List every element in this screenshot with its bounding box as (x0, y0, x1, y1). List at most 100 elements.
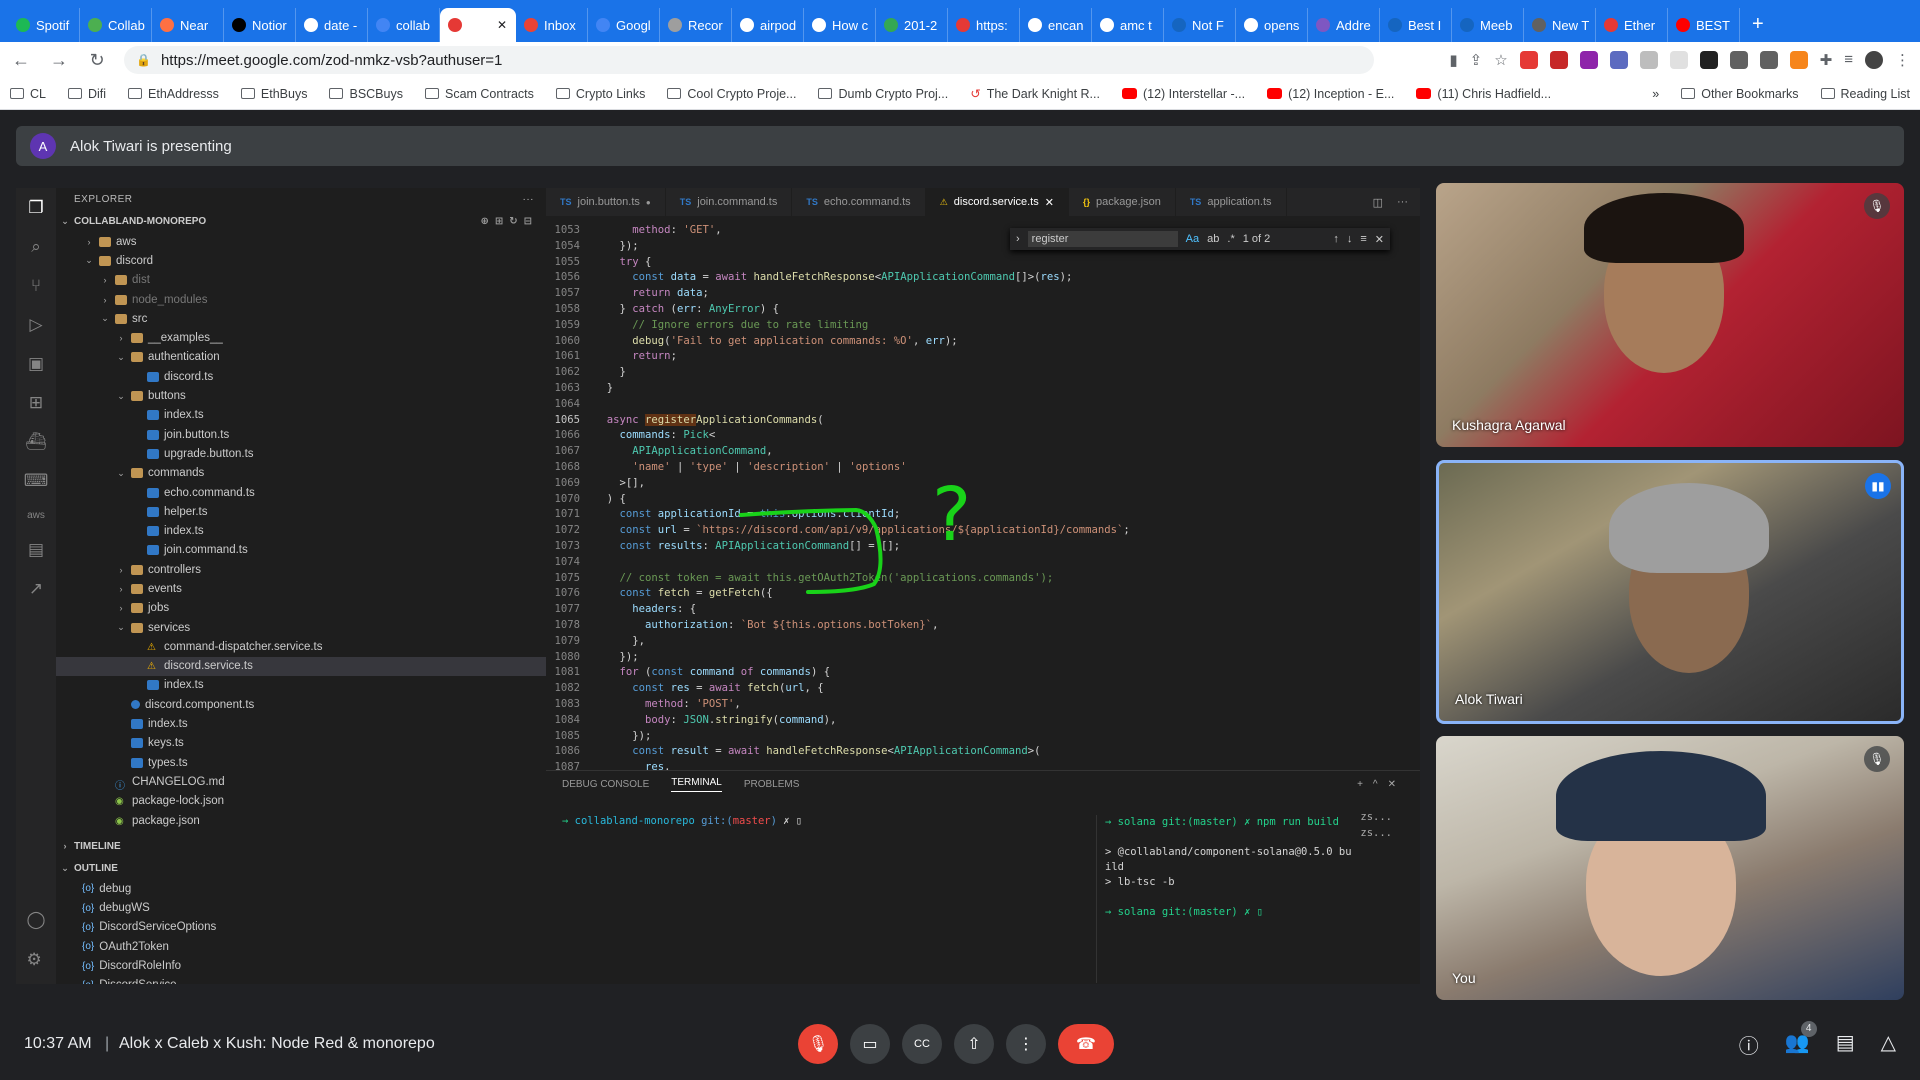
browser-tab[interactable]: Collab (80, 8, 152, 42)
browser-tab[interactable]: collab (368, 8, 440, 42)
bookmark-item[interactable]: CL (10, 87, 46, 101)
docker-icon[interactable]: ⛴ (25, 432, 47, 452)
code-lines[interactable]: 1053 method: 'GET', 1054 }); 1055 try {105… (546, 224, 1420, 777)
bookmark-item[interactable]: BSCBuys (329, 87, 403, 101)
editor-tab[interactable]: TS application.ts (1176, 188, 1287, 216)
explorer-item[interactable]: upgrade.button.ts (56, 444, 546, 463)
bookmark-item[interactable]: (12) Interstellar -... (1121, 87, 1245, 101)
terminal-left[interactable]: → collabland-monorepo git:(master) ✗ ▯ (562, 815, 802, 827)
new-terminal-icon[interactable]: + (1357, 779, 1373, 790)
explorer-item[interactable]: index.ts (56, 676, 546, 695)
extension-icon[interactable] (1669, 51, 1688, 69)
browser-tab[interactable]: Googl (588, 8, 660, 42)
maximize-panel-icon[interactable]: ^ (1373, 779, 1388, 790)
bookmark-item[interactable]: Cool Crypto Proje... (667, 87, 796, 101)
participant-tile-you[interactable]: 🎙 You (1436, 736, 1904, 1000)
whole-word-icon[interactable]: ab (1207, 233, 1219, 245)
explorer-item[interactable]: › jobs (56, 599, 546, 618)
aws-icon[interactable]: aws (27, 510, 45, 521)
close-tab-icon[interactable]: ✕ (497, 18, 507, 32)
explorer-item[interactable]: types.ts (56, 753, 546, 772)
match-case-icon[interactable]: Aa (1186, 233, 1199, 245)
close-icon[interactable]: ✕ (1045, 196, 1054, 209)
participant-tile-kushagra[interactable]: 🎙 Kushagra Agarwal (1436, 183, 1904, 447)
outline-item[interactable]: {o} debugWS (56, 899, 546, 918)
explorer-item[interactable]: discord.component.ts (56, 695, 546, 714)
mic-off-button[interactable]: 🎙 (798, 1024, 838, 1064)
back-icon[interactable]: ← (10, 50, 32, 71)
kebab-menu-icon[interactable]: ⋮ (1895, 51, 1910, 69)
browser-tab[interactable]: Not F (1164, 8, 1236, 42)
settings-gear-icon[interactable]: ⚙ (26, 950, 45, 970)
regex-icon[interactable]: .* (1227, 233, 1234, 245)
browser-tab[interactable]: https: (948, 8, 1020, 42)
explorer-item[interactable]: ⚠ discord.service.ts (56, 656, 546, 676)
explorer-item[interactable]: join.button.ts (56, 425, 546, 444)
terminal-instance[interactable]: zs... (1360, 825, 1392, 841)
bookmark-item[interactable]: Dumb Crypto Proj... (818, 87, 948, 101)
outline-item[interactable]: {o} OAuth2Token (56, 937, 546, 956)
explorer-item[interactable]: › aws (56, 232, 546, 251)
browser-tab[interactable]: How c (804, 8, 876, 42)
bookmark-item[interactable]: EthBuys (240, 87, 307, 101)
participant-tile-alok[interactable]: ▮▮ Alok Tiwari (1436, 460, 1904, 724)
outline-section[interactable]: OUTLINE (74, 863, 118, 874)
new-tab-icon[interactable]: + (1740, 13, 1776, 42)
explorer-item[interactable]: › controllers (56, 560, 546, 579)
outline-item[interactable]: {o} DiscordService (56, 976, 546, 984)
people-icon[interactable]: 👥 4 (1785, 1020, 1817, 1059)
metamask-icon[interactable] (1789, 51, 1808, 69)
editor-tab[interactable]: ⚠ discord.service.ts ✕ (925, 188, 1069, 216)
explorer-actions-icon[interactable]: ⊕⊞↻⊟ (480, 216, 538, 227)
arrow-down-icon[interactable]: ↓ (1347, 233, 1353, 245)
explorer-item[interactable]: › events (56, 579, 546, 598)
camera-icon[interactable]: ▮ (1449, 51, 1457, 69)
browser-tab[interactable]: Best I (1380, 8, 1452, 42)
extension-icon[interactable] (1759, 51, 1778, 69)
share-icon[interactable]: ⇪ (1470, 51, 1483, 69)
explorer-item[interactable]: ⌄ src (56, 309, 546, 328)
explorer-item[interactable]: ⌄ discord (56, 251, 546, 270)
panel-tab[interactable]: DEBUG CONSOLE (562, 779, 649, 790)
explorer-item[interactable]: helper.ts (56, 502, 546, 521)
bookmark-item[interactable]: EthAddresss (128, 87, 219, 101)
activities-icon[interactable]: △ (1881, 1030, 1896, 1059)
editor-tab[interactable]: {} package.json (1069, 188, 1176, 216)
terminal-right[interactable]: → solana git:(master) ✗ npm run build > @… (1096, 815, 1352, 983)
chevron-right-icon[interactable]: › (1016, 233, 1020, 245)
browser-tab[interactable]: Inbox (516, 8, 588, 42)
extension-icon[interactable] (1729, 51, 1748, 69)
explorer-item[interactable]: keys.ts (56, 734, 546, 753)
explorer-item[interactable]: index.ts (56, 714, 546, 733)
meeting-details-icon[interactable]: ⓘ (1739, 1030, 1759, 1059)
browser-tab[interactable]: Addre (1308, 8, 1380, 42)
browser-tab[interactable]: 201-2 (876, 8, 948, 42)
search-icon[interactable]: ⌕ (31, 237, 41, 257)
bookmark-item[interactable]: Crypto Links (555, 87, 645, 101)
browser-tab[interactable]: Recor (660, 8, 732, 42)
url-bar[interactable]: 🔒 https://meet.google.com/zod-nmkz-vsb?a… (124, 46, 1374, 74)
explorer-item[interactable]: echo.command.ts (56, 483, 546, 502)
editor-tab[interactable]: TS echo.command.ts (792, 188, 926, 216)
leave-call-button[interactable]: ☎ (1058, 1024, 1114, 1064)
arrow-up-icon[interactable]: ↑ (1333, 233, 1339, 245)
explorer-item[interactable]: › __examples__ (56, 328, 546, 347)
explorer-item[interactable]: ◉ package.json (56, 811, 546, 830)
browser-tab[interactable]: Meeb (1452, 8, 1524, 42)
more-bookmarks-icon[interactable]: » (1652, 87, 1659, 101)
find-in-selection-icon[interactable]: ≡ (1360, 233, 1366, 245)
puzzle-icon[interactable]: ✚ (1820, 51, 1833, 69)
more-options-button[interactable]: ⋮ (1006, 1024, 1046, 1064)
extensions-icon[interactable]: ⊞ (29, 393, 43, 413)
extension-icon[interactable] (1579, 51, 1598, 69)
explorer-item[interactable]: ⚠ command-dispatcher.service.ts (56, 637, 546, 656)
outline-item[interactable]: {o} DiscordServiceOptions (56, 918, 546, 937)
explorer-item[interactable]: ⌄ buttons (56, 386, 546, 405)
bookmark-item[interactable]: (12) Inception - E... (1267, 87, 1394, 101)
workspace-root[interactable]: COLLABLAND-MONOREPO (74, 216, 206, 227)
bookmark-item[interactable]: Reading List (1820, 87, 1910, 101)
present-screen-button[interactable]: ⇧ (954, 1024, 994, 1064)
bookmark-item[interactable]: (11) Chris Hadfield... (1416, 87, 1551, 101)
bookmark-item[interactable]: Other Bookmarks (1681, 87, 1799, 101)
terminal-icon[interactable]: ⌨ (24, 471, 49, 491)
